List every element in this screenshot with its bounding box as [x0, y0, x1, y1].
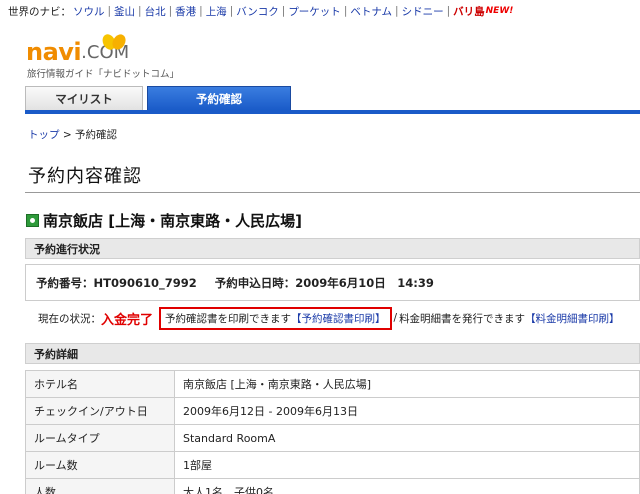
world-nav-link-sydney[interactable]: シドニー [402, 4, 444, 19]
table-row: 人数 大人1名、子供0名 [25, 478, 640, 494]
detail-value-guests: 大人1名、子供0名 [174, 478, 640, 494]
world-nav-link-shanghai[interactable]: 上海 [206, 4, 227, 19]
main-tabs: マイリスト 予約確認 [25, 86, 640, 110]
world-nav-link-bali[interactable]: バリ島 [453, 4, 485, 19]
detail-key-room-count: ルーム数 [25, 451, 175, 479]
breadcrumb-home-link[interactable]: トップ [28, 129, 60, 141]
detail-key-guests: 人数 [25, 478, 175, 494]
world-nav-separator: | [343, 5, 348, 17]
world-nav-separator: | [168, 5, 173, 17]
status-badge: 入金完了 [101, 312, 154, 328]
table-row: ホテル名 南京飯店 [上海・南京東路・人民広場] [25, 370, 640, 398]
world-nav-separator: | [281, 5, 286, 17]
world-nav-link-hongkong[interactable]: 香港 [175, 4, 196, 19]
status-line: 現在の状況： 入金完了 予約確認書を印刷できます【予約確認書印刷】 / 料金明細… [38, 306, 620, 330]
detail-value-hotel: 南京飯店 [上海・南京東路・人民広場] [174, 370, 640, 398]
tab-underline [25, 110, 640, 114]
reservation-number: HT090610_7992 [93, 275, 197, 290]
reservation-details-table: ホテル名 南京飯店 [上海・南京東路・人民広場] チェックイン/アウト日 200… [25, 370, 640, 494]
confirmation-print-text: 予約確認書を印刷できます [165, 312, 292, 325]
world-nav-separator: | [229, 5, 234, 17]
request-datetime-label: 予約申込日時： [214, 275, 296, 290]
detail-value-room-type: Standard RoomA [174, 424, 640, 452]
progress-section-header: 予約進行状況 [25, 238, 640, 259]
details-section-header: 予約詳細 [25, 343, 640, 364]
world-nav-separator: | [395, 5, 399, 17]
title-divider [25, 192, 640, 193]
logo-leaf-icon [102, 34, 126, 50]
site-tagline: 旅行情報ガイド「ナビドットコム」 [27, 69, 180, 80]
receipt-issue-text: 料金明細書を発行できます [399, 312, 526, 325]
tab-my-list[interactable]: マイリスト [25, 86, 143, 110]
confirmation-highlight-box: 予約確認書を印刷できます【予約確認書印刷】 [159, 306, 392, 330]
reservation-info-box: 予約番号： HT090610_7992 予約申込日時： 2009年6月10日 1… [25, 264, 640, 301]
table-row: ルームタイプ Standard RoomA [25, 424, 640, 452]
world-nav-link-busan[interactable]: 釜山 [114, 4, 135, 19]
world-nav-bar: 世界のナビ： ソウル | 釜山 | 台北 | 香港 | 上海 | バンコク | プーケット |… [8, 4, 513, 18]
request-datetime: 2009年6月10日 14:39 [295, 275, 434, 290]
hotel-bullet-icon [26, 214, 39, 227]
world-nav-separator: | [107, 5, 112, 17]
link-separator: / [393, 312, 398, 324]
table-row: ルーム数 1部屋 [25, 451, 640, 479]
status-label: 現在の状況： [38, 312, 101, 325]
breadcrumb-current: 予約確認 [74, 129, 117, 141]
tab-reservation-confirm[interactable]: 予約確認 [147, 86, 291, 110]
page-title: 予約内容確認 [28, 166, 142, 187]
print-receipt-link[interactable]: 【料金明細書印刷】 [525, 311, 620, 326]
world-nav-link-phuket[interactable]: プーケット [288, 4, 341, 19]
print-confirmation-link[interactable]: 【予約確認書印刷】 [291, 313, 386, 325]
world-nav-separator: | [199, 5, 203, 17]
detail-key-checkin: チェックイン/アウト日 [25, 397, 175, 425]
reservation-number-label: 予約番号： [36, 275, 94, 290]
breadcrumb: トップ > 予約確認 [28, 127, 117, 142]
table-row: チェックイン/アウト日 2009年6月12日 - 2009年6月13日 [25, 397, 640, 425]
world-nav-separator: | [446, 5, 451, 17]
hotel-heading: 南京飯店 [上海・南京東路・人民広場] [26, 210, 302, 231]
world-nav-link-taipei[interactable]: 台北 [145, 4, 166, 19]
world-nav-separator: | [138, 5, 142, 17]
world-nav-link-vietnam[interactable]: ベトナム [350, 4, 392, 19]
logo-navi-text: navi [26, 38, 82, 66]
world-nav-label: 世界のナビ： [8, 5, 71, 18]
detail-value-checkin: 2009年6月12日 - 2009年6月13日 [174, 397, 640, 425]
breadcrumb-separator: > [59, 129, 75, 141]
detail-key-hotel: ホテル名 [25, 370, 175, 398]
new-badge: NEW! [485, 6, 514, 16]
world-nav-link-bangkok[interactable]: バンコク [236, 4, 279, 19]
detail-value-room-count: 1部屋 [174, 451, 640, 479]
hotel-name: 南京飯店 [上海・南京東路・人民広場] [43, 212, 302, 230]
world-nav-link-seoul[interactable]: ソウル [73, 4, 105, 19]
detail-key-room-type: ルームタイプ [25, 424, 175, 452]
